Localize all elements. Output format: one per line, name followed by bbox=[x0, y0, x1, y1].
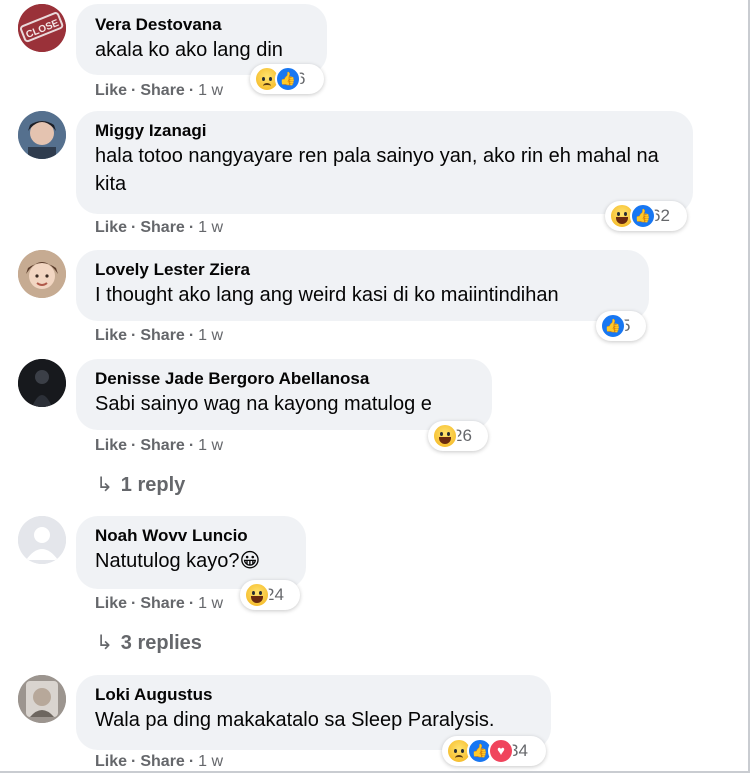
separator: · bbox=[188, 219, 195, 236]
comment-actions: Like · Share · 1 w bbox=[95, 82, 223, 100]
timestamp[interactable]: 1 w bbox=[198, 753, 223, 770]
avatar[interactable] bbox=[18, 111, 66, 159]
comment-author[interactable]: Denisse Jade Bergoro Abellanosa bbox=[95, 367, 474, 390]
reaction-summary[interactable]: 24 bbox=[240, 580, 300, 610]
comment-author[interactable]: Vera Destovana bbox=[95, 13, 309, 36]
share-button[interactable]: Share bbox=[140, 219, 184, 236]
comment-text: Natutulog kayo?😀 bbox=[95, 547, 288, 575]
avatar[interactable] bbox=[18, 516, 66, 564]
comment-actions: Like · Share · 1 w bbox=[95, 219, 223, 237]
comment-bubble: Lovely Lester Ziera I thought ako lang a… bbox=[76, 250, 649, 321]
comment-bubble: Denisse Jade Bergoro Abellanosa Sabi sai… bbox=[76, 359, 492, 430]
comment-text: Sabi sainyo wag na kayong matulog e bbox=[95, 393, 432, 415]
avatar[interactable] bbox=[18, 250, 66, 298]
care-icon: ♥ bbox=[488, 738, 514, 764]
reply-arrow-icon: ↳ bbox=[96, 632, 113, 654]
haha-icon bbox=[432, 423, 458, 449]
share-button[interactable]: Share bbox=[140, 82, 184, 99]
share-button[interactable]: Share bbox=[140, 437, 184, 454]
avatar[interactable] bbox=[18, 675, 66, 723]
reaction-summary[interactable]: 26 bbox=[428, 421, 488, 451]
like-button[interactable]: Like bbox=[95, 753, 127, 770]
reaction-summary[interactable]: 👍 6 bbox=[250, 64, 324, 94]
comment-author[interactable]: Noah Wovv Luncio bbox=[95, 524, 288, 547]
comment-text: Wala pa ding makakatalo sa Sleep Paralys… bbox=[95, 709, 495, 731]
separator: · bbox=[131, 82, 137, 99]
like-button[interactable]: Like bbox=[95, 327, 127, 344]
comment-bubble: Noah Wovv Luncio Natutulog kayo?😀 bbox=[76, 516, 306, 589]
avatar-photo bbox=[18, 111, 66, 159]
comment-author[interactable]: Miggy Izanagi bbox=[95, 119, 675, 142]
like-button[interactable]: Like bbox=[95, 219, 127, 236]
comment-author[interactable]: Loki Augustus bbox=[95, 683, 533, 706]
separator: · bbox=[131, 437, 137, 454]
avatar[interactable] bbox=[18, 359, 66, 407]
like-button[interactable]: Like bbox=[95, 82, 127, 99]
haha-icon bbox=[244, 582, 270, 608]
separator: · bbox=[188, 437, 195, 454]
avatar-closed-stamp-image: CLOSE bbox=[18, 4, 66, 52]
comment-thread: CLOSE Vera Destovana akala ko ako lang d… bbox=[0, 0, 750, 773]
timestamp[interactable]: 1 w bbox=[198, 82, 223, 99]
comment-text: hala totoo nangyayare ren pala sainyo ya… bbox=[95, 145, 659, 195]
comment-actions: Like · Share · 1 w bbox=[95, 327, 223, 345]
timestamp[interactable]: 1 w bbox=[198, 595, 223, 612]
like-icon: 👍 bbox=[275, 66, 301, 92]
separator: · bbox=[131, 595, 137, 612]
comment-text: I thought ako lang ang weird kasi di ko … bbox=[95, 284, 559, 306]
default-profile-icon bbox=[18, 516, 66, 564]
separator: · bbox=[131, 219, 137, 236]
comment-text-body: Natutulog kayo? bbox=[95, 550, 240, 572]
timestamp[interactable]: 1 w bbox=[198, 219, 223, 236]
view-replies-link[interactable]: ↳ 3 replies bbox=[96, 630, 202, 655]
avatar-photo bbox=[18, 359, 66, 407]
reaction-summary[interactable]: 👍 62 bbox=[605, 201, 687, 231]
comment-actions: Like · Share · 1 w bbox=[95, 437, 223, 455]
view-replies-link[interactable]: ↳ 1 reply bbox=[96, 472, 185, 497]
comment-actions: Like · Share · 1 w bbox=[95, 595, 223, 613]
reply-arrow-icon: ↳ bbox=[96, 474, 113, 496]
timestamp[interactable]: 1 w bbox=[198, 327, 223, 344]
comment-bubble: Miggy Izanagi hala totoo nangyayare ren … bbox=[76, 111, 693, 214]
separator: · bbox=[131, 327, 137, 344]
separator: · bbox=[131, 753, 137, 770]
replies-count: 3 replies bbox=[120, 632, 202, 654]
like-button[interactable]: Like bbox=[95, 595, 127, 612]
separator: · bbox=[188, 595, 195, 612]
separator: · bbox=[188, 753, 195, 770]
comment-author[interactable]: Lovely Lester Ziera bbox=[95, 258, 631, 281]
avatar-photo bbox=[18, 250, 66, 298]
replies-count: 1 reply bbox=[120, 474, 186, 496]
share-button[interactable]: Share bbox=[140, 753, 184, 770]
separator: · bbox=[188, 82, 195, 99]
separator: · bbox=[188, 327, 195, 344]
comment-actions: Like · Share · 1 w bbox=[95, 753, 223, 771]
like-icon: 👍 bbox=[630, 203, 656, 229]
share-button[interactable]: Share bbox=[140, 327, 184, 344]
grinning-emoji-icon: 😀 bbox=[239, 550, 261, 572]
reaction-summary[interactable]: 👍 ♥ 34 bbox=[442, 736, 546, 766]
reaction-summary[interactable]: 👍 5 bbox=[596, 311, 646, 341]
timestamp[interactable]: 1 w bbox=[198, 437, 223, 454]
avatar[interactable]: CLOSE bbox=[18, 4, 66, 52]
like-button[interactable]: Like bbox=[95, 437, 127, 454]
avatar-photo bbox=[18, 675, 66, 723]
share-button[interactable]: Share bbox=[140, 595, 184, 612]
like-icon: 👍 bbox=[600, 313, 626, 339]
comment-text: akala ko ako lang din bbox=[95, 39, 283, 61]
